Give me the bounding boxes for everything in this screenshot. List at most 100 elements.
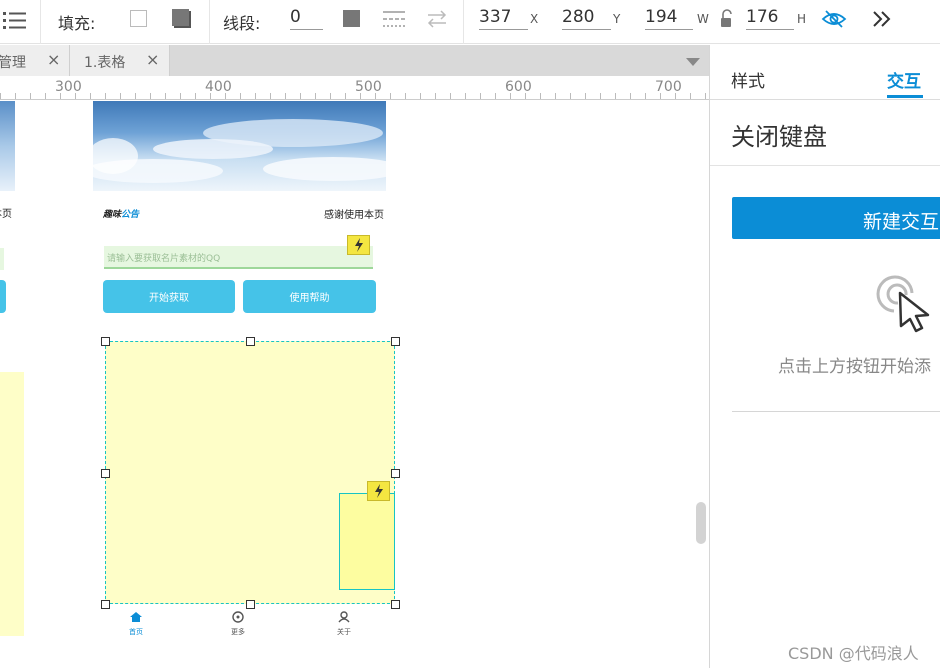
height-unit-label: H	[797, 12, 807, 26]
nav-home-label: 首页	[129, 628, 143, 636]
y-unit-label: Y	[613, 12, 621, 26]
lightning-badge-icon	[367, 481, 390, 501]
watermark-text: CSDN @代码浪人	[788, 644, 919, 663]
brand-text-b: 公告	[121, 210, 140, 220]
nav-about-label: 关于	[337, 628, 351, 636]
ruler-tick	[405, 93, 406, 99]
ruler-tick	[600, 93, 601, 99]
close-icon[interactable]: ×	[146, 50, 159, 69]
empty-hint-text: 点击上方按钮开始添	[778, 357, 931, 377]
ruler-tick	[150, 93, 151, 99]
ruler-tick	[165, 93, 166, 99]
tab-table[interactable]: 1.表格 ×	[70, 45, 170, 76]
height-input[interactable]: 176	[746, 7, 794, 30]
help-button[interactable]: 使用帮助	[243, 280, 376, 313]
ruler-mark: 600	[505, 79, 532, 95]
brand-text-a: 趣味	[103, 210, 122, 220]
x-input[interactable]: 337	[479, 7, 528, 30]
design-canvas[interactable]: 本页 趣味公告 感谢使用本页 请输入要获取名片素材的QQ 开始获取 使用帮助	[0, 101, 709, 668]
unlock-icon[interactable]	[719, 9, 735, 29]
stroke-width-input[interactable]: 0	[290, 7, 323, 30]
ruler-tick	[135, 93, 136, 99]
close-icon[interactable]: ×	[47, 50, 60, 69]
resize-handle[interactable]	[246, 337, 255, 346]
left-page-text: 本页	[0, 209, 12, 220]
more-chevron-icon[interactable]	[870, 9, 894, 29]
properties-panel: 样式 交互 关闭键盘 新建交互 点击上方按钮开始添 CSDN @代码浪人	[710, 45, 940, 668]
start-button[interactable]: 开始获取	[103, 280, 235, 313]
ruler-tick	[285, 93, 286, 99]
list-menu-icon[interactable]	[2, 8, 28, 34]
tab-interaction[interactable]: 交互	[887, 67, 921, 92]
click-pointer-icon	[874, 273, 934, 333]
width-unit-label: W	[697, 12, 709, 26]
sky-banner-image	[93, 101, 386, 191]
fill-none-swatch-icon[interactable]	[130, 10, 147, 27]
fill-color-swatch-icon[interactable]	[172, 9, 191, 28]
resize-handle[interactable]	[101, 600, 110, 609]
nav-more[interactable]: 更多	[226, 608, 250, 636]
nav-home[interactable]: 首页	[124, 608, 148, 636]
help-button-label: 使用帮助	[289, 293, 330, 304]
ruler-tick	[90, 93, 91, 99]
inner-yellow-box[interactable]	[339, 493, 395, 590]
fill-label: 填充:	[58, 14, 96, 33]
ruler-tick	[270, 93, 271, 99]
ruler-tick	[420, 93, 421, 99]
tab-manage[interactable]: 管理 ×	[0, 45, 70, 76]
tab-dropdown-icon[interactable]	[686, 58, 700, 66]
ruler-tick	[690, 93, 691, 99]
ruler-tick	[555, 93, 556, 99]
line-style-icon[interactable]	[382, 9, 406, 29]
left-page-yellow-panel	[0, 372, 24, 636]
ruler-tick	[630, 93, 631, 99]
resize-handle[interactable]	[391, 337, 400, 346]
stroke-color-swatch-icon[interactable]	[343, 10, 360, 27]
horizontal-ruler: 300 400 500 600 700	[0, 76, 710, 100]
more-icon	[232, 611, 244, 623]
home-icon	[130, 612, 142, 622]
vertical-scrollbar-thumb[interactable]	[696, 502, 706, 544]
resize-handle[interactable]	[391, 600, 400, 609]
new-interaction-button[interactable]: 新建交互	[732, 197, 940, 239]
toolbar-divider	[209, 0, 210, 44]
nav-more-label: 更多	[231, 628, 245, 636]
ruler-tick	[345, 93, 346, 99]
tab-active-underline	[887, 95, 923, 98]
title-divider	[710, 165, 940, 166]
tab-label: 1.表格	[84, 55, 126, 71]
tab-style[interactable]: 样式	[731, 67, 765, 92]
resize-handle[interactable]	[391, 469, 400, 478]
toolbar: 填充: 线段: 0 337 X 280 Y 194 W 176 H	[0, 0, 940, 44]
ruler-tick	[315, 93, 316, 99]
ruler-tick	[615, 93, 616, 99]
visibility-hidden-icon[interactable]	[821, 9, 847, 29]
ruler-tick	[495, 93, 496, 99]
ruler-tick	[180, 93, 181, 99]
ruler-tick	[330, 93, 331, 99]
ruler-tick	[30, 93, 31, 99]
ruler-tick	[240, 93, 241, 99]
ruler-tick	[45, 93, 46, 99]
nav-about[interactable]: 关于	[332, 608, 356, 636]
new-interaction-label: 新建交互	[863, 211, 940, 233]
lightning-badge-icon	[347, 235, 370, 255]
qq-input[interactable]: 请输入要获取名片素材的QQ	[104, 246, 373, 269]
ruler-tick	[645, 93, 646, 99]
qq-input-placeholder: 请输入要获取名片素材的QQ	[107, 254, 221, 264]
ruler-mark: 500	[355, 79, 382, 95]
toolbar-divider	[40, 0, 41, 44]
resize-handle[interactable]	[101, 337, 110, 346]
ruler-mark: 700	[655, 79, 682, 95]
stroke-label: 线段:	[223, 14, 261, 33]
width-input[interactable]: 194	[645, 7, 693, 30]
arrow-style-icon[interactable]	[425, 9, 449, 29]
y-input[interactable]: 280	[562, 7, 611, 30]
ruler-tick	[105, 93, 106, 99]
toolbar-divider	[463, 0, 464, 44]
resize-handle[interactable]	[101, 469, 110, 478]
ruler-tick	[540, 93, 541, 99]
widget-title: 关闭键盘	[731, 123, 827, 151]
ruler-tick	[300, 93, 301, 99]
ruler-tick	[195, 93, 196, 99]
